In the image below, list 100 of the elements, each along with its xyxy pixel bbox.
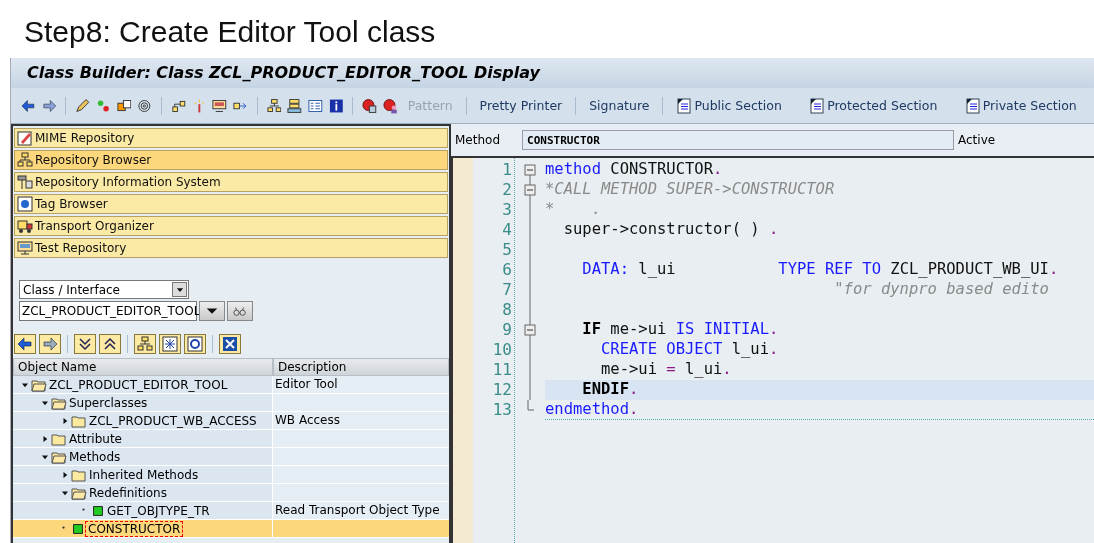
forward-icon — [42, 336, 58, 352]
code-line: CREATE OBJECT l_ui. — [600, 340, 780, 360]
method-field[interactable]: CONSTRUCTOR — [522, 130, 954, 150]
pencil-icon — [17, 130, 33, 146]
tree-icon — [266, 97, 282, 114]
glasses-icon — [233, 304, 247, 318]
toolbar-button[interactable]: Protected Section — [805, 97, 942, 114]
hierarchy-button[interactable] — [134, 334, 156, 354]
object-name-field[interactable]: ZCL_PRODUCT_EDITOR_TOOL — [19, 301, 197, 321]
tree-cell[interactable]: Redefinitions — [13, 484, 273, 502]
description-cell: Editor Tool — [273, 376, 449, 394]
code-line: endmethod. — [545, 400, 1094, 420]
tree-cell[interactable]: ZCL_PRODUCT_WB_ACCESS — [13, 412, 273, 430]
navigator-tab[interactable]: Test Repository — [14, 238, 448, 258]
line-number: 10 — [491, 340, 513, 360]
tree-cell[interactable]: Inherited Methods — [13, 466, 273, 484]
navigator-tab[interactable]: Repository Browser — [14, 150, 448, 170]
tree-cell[interactable]: CONSTRUCTOR — [13, 520, 273, 538]
line-number: 7 — [501, 280, 513, 300]
document-icon — [809, 97, 826, 114]
navigator-tab[interactable]: Tag Browser — [14, 194, 448, 214]
hierarchy-icon — [137, 336, 153, 352]
chevron-up-icon — [102, 336, 118, 352]
method-icon — [91, 503, 105, 518]
fold-end-icon — [526, 400, 534, 411]
window-title: Class Builder: Class ZCL_PRODUCT_EDITOR_TOOL Display — [11, 58, 1094, 88]
object-type-dropdown[interactable]: Class / Interface — [19, 280, 189, 299]
tree-cell[interactable]: Superclasses — [13, 394, 273, 412]
method-icon — [71, 521, 85, 536]
code-line: *CALL METHOD SUPER->CONSTRUCTOR — [545, 180, 836, 200]
line-number: 1 — [501, 160, 513, 180]
line-number: 4 — [501, 220, 513, 240]
stack-icon — [287, 97, 302, 114]
collapse-box-icon[interactable] — [523, 180, 537, 200]
code-line: IF me->ui IS INITIAL. — [581, 320, 780, 340]
forward-icon — [41, 97, 57, 114]
line-number: 6 — [501, 260, 513, 280]
screen-icon — [212, 97, 228, 114]
back-icon — [21, 97, 36, 114]
slide-heading: Step8: Create Editor Tool class — [23, 14, 437, 50]
toolbar-button[interactable]: Private Section — [960, 97, 1081, 114]
back-button[interactable] — [14, 334, 36, 354]
node-label[interactable]: Inherited Methods — [87, 467, 201, 482]
node-label[interactable]: GET_OBJTYPE_TR — [105, 503, 212, 518]
code-line: me->ui = l_ui. — [600, 360, 733, 380]
document-icon — [964, 97, 981, 114]
line-number: 11 — [491, 360, 513, 380]
asterisk-icon — [162, 336, 178, 352]
node-label[interactable]: Redefinitions — [87, 485, 169, 500]
navigator-tab[interactable]: Transport Organizer — [14, 216, 448, 236]
refresh-button[interactable] — [184, 334, 206, 354]
truck-icon — [17, 218, 33, 234]
description-cell: Read Transport Object Type — [273, 502, 449, 520]
code-line: super->constructor( ) . — [562, 220, 780, 240]
refresh-icon — [187, 336, 203, 352]
tree-cell[interactable]: GET_OBJTYPE_TR — [13, 502, 273, 520]
toolbar-button[interactable]: Public Section — [672, 97, 786, 114]
line-number: 13 — [491, 400, 513, 420]
toolbar-button[interactable]: Pretty Printer — [475, 98, 567, 113]
back-icon — [17, 336, 33, 352]
method-label: Method — [455, 133, 500, 147]
line-number: 8 — [501, 300, 513, 320]
line-number: 5 — [501, 240, 513, 260]
line-number: 9 — [501, 320, 513, 340]
tree-cell[interactable]: ZCL_PRODUCT_EDITOR_TOOL — [13, 376, 273, 394]
navigator-tab[interactable]: MIME Repository — [14, 128, 448, 148]
node-label[interactable]: Superclasses — [67, 395, 150, 410]
tree-cell[interactable]: Methods — [13, 448, 273, 466]
expand-button[interactable] — [74, 334, 96, 354]
chevron-down-icon — [77, 336, 93, 352]
status-text: Active — [958, 133, 996, 147]
info-icon — [328, 97, 344, 114]
toolbar-button[interactable]: Signature — [585, 98, 654, 113]
navigator-tab[interactable]: Repository Information System — [14, 172, 448, 192]
line-number: 12 — [491, 380, 513, 400]
new-button[interactable] — [159, 334, 181, 354]
forward-button[interactable] — [39, 334, 61, 354]
node-label[interactable]: ZCL_PRODUCT_WB_ACCESS — [87, 413, 259, 428]
browser-page-icon — [17, 196, 33, 212]
node-label[interactable]: CONSTRUCTOR — [85, 520, 184, 537]
column-header[interactable]: Description — [273, 358, 449, 376]
node-label[interactable]: ZCL_PRODUCT_EDITOR_TOOL — [47, 377, 230, 392]
close-icon — [222, 336, 238, 352]
line-number: 3 — [501, 200, 513, 220]
column-header[interactable]: Object Name — [13, 358, 273, 376]
close-button[interactable] — [219, 334, 241, 354]
pencil-icon — [75, 97, 90, 114]
tree-cell[interactable]: Attribute — [13, 430, 273, 448]
dropdown-button[interactable] — [199, 301, 225, 321]
list-icon — [308, 97, 323, 114]
code-line: "for dynpro based edito — [833, 280, 1050, 300]
collapse-box-icon[interactable] — [523, 320, 537, 340]
line-number: 2 — [501, 180, 513, 200]
code-line: method CONSTRUCTOR. — [545, 160, 724, 180]
node-label[interactable]: Attribute — [67, 431, 124, 446]
node-label[interactable]: Methods — [67, 449, 123, 464]
collapse-button[interactable] — [99, 334, 121, 354]
hierarchy-icon — [17, 152, 33, 168]
display-button[interactable] — [227, 301, 253, 321]
copy-icon — [116, 97, 132, 114]
